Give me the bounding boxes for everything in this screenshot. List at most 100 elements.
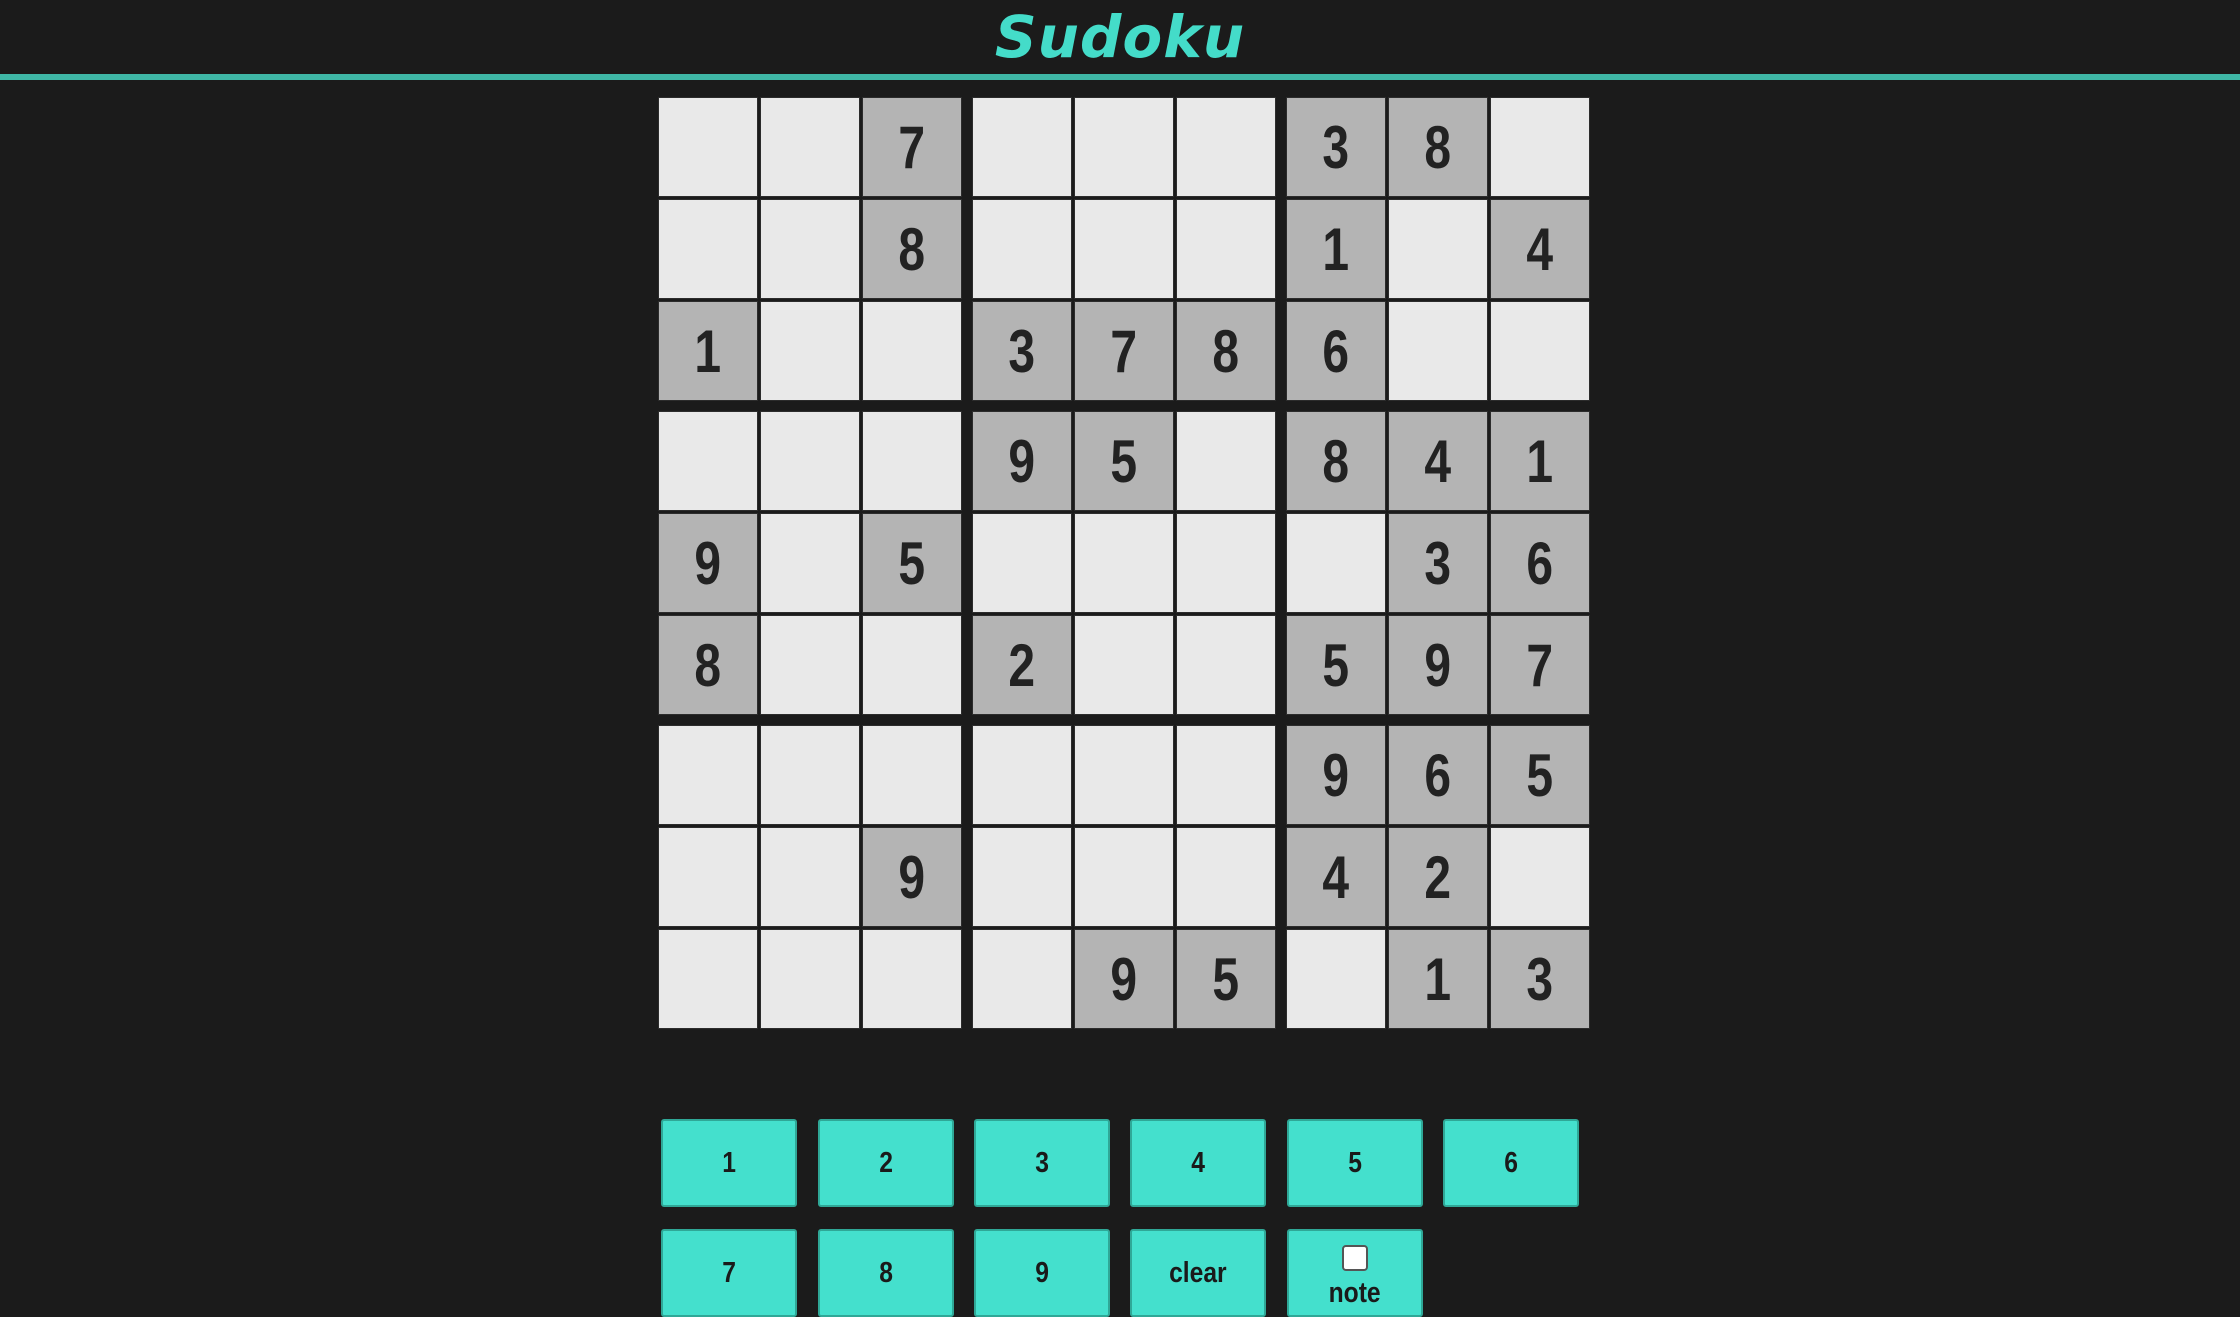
sudoku-cell-r3c7[interactable]: 6 [1286,301,1386,401]
sudoku-cell-r2c4[interactable] [972,199,1072,299]
sudoku-cell-r7c1[interactable] [658,725,758,825]
sudoku-cell-r8c5[interactable] [1074,827,1174,927]
sudoku-cell-r5c5[interactable] [1074,513,1174,613]
cell-value: 5 [898,529,926,597]
sudoku-cell-r8c7[interactable]: 4 [1286,827,1386,927]
number-button-8[interactable]: 8 [818,1229,954,1317]
sudoku-cell-r7c7[interactable]: 9 [1286,725,1386,825]
sudoku-cell-r7c8[interactable]: 6 [1388,725,1488,825]
number-button-3[interactable]: 3 [974,1119,1110,1207]
number-button-7[interactable]: 7 [661,1229,797,1317]
sudoku-cell-r3c9[interactable] [1490,301,1590,401]
note-button-label: note [1328,1277,1382,1309]
note-checkbox[interactable] [1342,1245,1368,1271]
sudoku-cell-r2c6[interactable] [1176,199,1276,299]
sudoku-cell-r1c8[interactable]: 8 [1388,97,1488,197]
sudoku-cell-r2c7[interactable]: 1 [1286,199,1386,299]
sudoku-cell-r5c4[interactable] [972,513,1072,613]
sudoku-cell-r8c1[interactable] [658,827,758,927]
sudoku-cell-r9c4[interactable] [972,929,1072,1029]
cell-value: 6 [1424,741,1452,809]
sudoku-cell-r8c8[interactable]: 2 [1388,827,1488,927]
sudoku-cell-r3c8[interactable] [1388,301,1488,401]
number-button-2[interactable]: 2 [818,1119,954,1207]
sudoku-cell-r5c9[interactable]: 6 [1490,513,1590,613]
sudoku-cell-r2c5[interactable] [1074,199,1174,299]
sudoku-cell-r1c9[interactable] [1490,97,1590,197]
sudoku-cell-r4c3[interactable] [862,411,962,511]
sudoku-cell-r3c4[interactable]: 3 [972,301,1072,401]
number-button-label: 1 [722,1146,736,1179]
sudoku-cell-r5c2[interactable] [760,513,860,613]
sudoku-cell-r5c6[interactable] [1176,513,1276,613]
number-button-label: 6 [1504,1146,1518,1179]
sudoku-cell-r6c3[interactable] [862,615,962,715]
number-button-5[interactable]: 5 [1287,1119,1423,1207]
sudoku-cell-r9c6[interactable]: 5 [1176,929,1276,1029]
sudoku-cell-r7c6[interactable] [1176,725,1276,825]
sudoku-cell-r6c9[interactable]: 7 [1490,615,1590,715]
sudoku-cell-r9c2[interactable] [760,929,860,1029]
number-button-6[interactable]: 6 [1443,1119,1579,1207]
sudoku-cell-r1c5[interactable] [1074,97,1174,197]
sudoku-cell-r1c3[interactable]: 7 [862,97,962,197]
cell-value: 6 [1526,529,1554,597]
sudoku-cell-r4c2[interactable] [760,411,860,511]
sudoku-cell-r4c6[interactable] [1176,411,1276,511]
sudoku-cell-r1c4[interactable] [972,97,1072,197]
sudoku-cell-r8c6[interactable] [1176,827,1276,927]
sudoku-cell-r4c1[interactable] [658,411,758,511]
sudoku-cell-r9c1[interactable] [658,929,758,1029]
sudoku-cell-r4c8[interactable]: 4 [1388,411,1488,511]
sudoku-cell-r6c6[interactable] [1176,615,1276,715]
sudoku-cell-r2c2[interactable] [760,199,860,299]
sudoku-cell-r3c6[interactable]: 8 [1176,301,1276,401]
sudoku-cell-r7c5[interactable] [1074,725,1174,825]
sudoku-cell-r7c9[interactable]: 5 [1490,725,1590,825]
sudoku-cell-r9c8[interactable]: 1 [1388,929,1488,1029]
sudoku-cell-r9c9[interactable]: 3 [1490,929,1590,1029]
sudoku-cell-r1c1[interactable] [658,97,758,197]
sudoku-cell-r6c8[interactable]: 9 [1388,615,1488,715]
number-button-9[interactable]: 9 [974,1229,1110,1317]
sudoku-cell-r8c3[interactable]: 9 [862,827,962,927]
sudoku-cell-r3c2[interactable] [760,301,860,401]
sudoku-cell-r8c2[interactable] [760,827,860,927]
sudoku-cell-r2c1[interactable] [658,199,758,299]
cell-value: 4 [1526,215,1554,283]
sudoku-cell-r4c4[interactable]: 9 [972,411,1072,511]
sudoku-cell-r6c5[interactable] [1074,615,1174,715]
sudoku-cell-r1c7[interactable]: 3 [1286,97,1386,197]
sudoku-cell-r8c9[interactable] [1490,827,1590,927]
sudoku-cell-r9c3[interactable] [862,929,962,1029]
sudoku-cell-r2c8[interactable] [1388,199,1488,299]
sudoku-cell-r6c1[interactable]: 8 [658,615,758,715]
number-button-4[interactable]: 4 [1130,1119,1266,1207]
sudoku-cell-r9c7[interactable] [1286,929,1386,1029]
sudoku-cell-r5c1[interactable]: 9 [658,513,758,613]
sudoku-cell-r2c9[interactable]: 4 [1490,199,1590,299]
sudoku-cell-r4c5[interactable]: 5 [1074,411,1174,511]
sudoku-cell-r4c9[interactable]: 1 [1490,411,1590,511]
clear-button[interactable]: clear [1130,1229,1266,1317]
sudoku-cell-r7c2[interactable] [760,725,860,825]
sudoku-cell-r6c7[interactable]: 5 [1286,615,1386,715]
sudoku-cell-r7c4[interactable] [972,725,1072,825]
sudoku-cell-r6c2[interactable] [760,615,860,715]
note-toggle-button[interactable]: note [1287,1229,1423,1317]
sudoku-cell-r5c3[interactable]: 5 [862,513,962,613]
sudoku-cell-r4c7[interactable]: 8 [1286,411,1386,511]
sudoku-cell-r6c4[interactable]: 2 [972,615,1072,715]
sudoku-cell-r3c5[interactable]: 7 [1074,301,1174,401]
number-button-1[interactable]: 1 [661,1119,797,1207]
sudoku-cell-r9c5[interactable]: 9 [1074,929,1174,1029]
sudoku-cell-r5c8[interactable]: 3 [1388,513,1488,613]
sudoku-cell-r2c3[interactable]: 8 [862,199,962,299]
sudoku-cell-r3c3[interactable] [862,301,962,401]
sudoku-cell-r8c4[interactable] [972,827,1072,927]
sudoku-cell-r1c2[interactable] [760,97,860,197]
sudoku-cell-r3c1[interactable]: 1 [658,301,758,401]
sudoku-cell-r5c7[interactable] [1286,513,1386,613]
sudoku-cell-r1c6[interactable] [1176,97,1276,197]
sudoku-cell-r7c3[interactable] [862,725,962,825]
